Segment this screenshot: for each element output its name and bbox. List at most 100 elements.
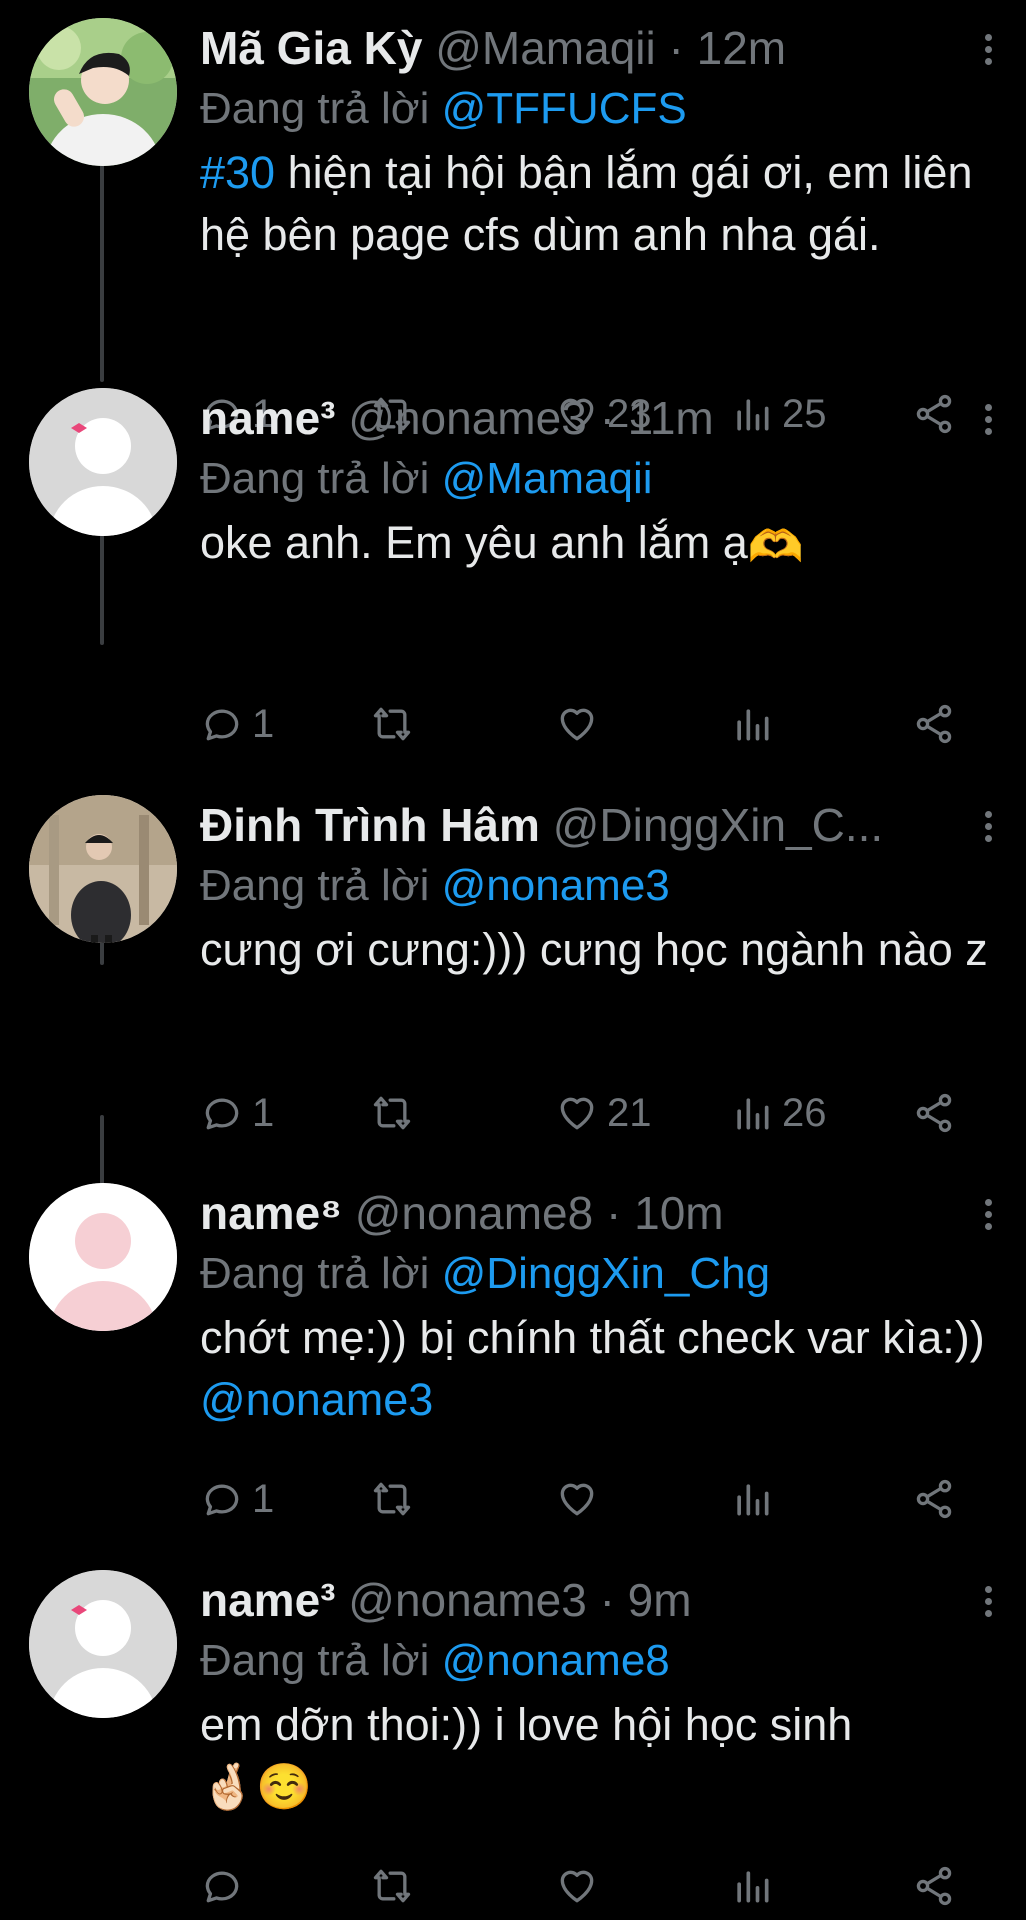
analytics-icon [737,1871,769,1903]
reply-mention[interactable]: @noname3 [442,861,670,910]
reply-context: Đang trả lời @noname8 [200,1632,670,1690]
reply-icon [205,709,239,741]
share-button[interactable] [912,698,956,750]
views-button[interactable] [730,698,782,750]
share-icon [916,1866,952,1906]
tweet[interactable]: name³ @noname3 · 11m Đang trả lời @Mamaq… [0,388,1026,746]
separator: · [606,1187,622,1239]
tweet-text: cưng ơi cưng:))) cưng học ngành nào z [200,919,1000,981]
tweet-text-body: cưng ơi cưng:))) cưng học ngành nào z [200,924,988,975]
tweet-header: name³ @noname3 · 9m [200,1570,920,1630]
avatar[interactable] [29,18,177,166]
tweet-header: Đinh Trình Hâm @DinggXin_C... [200,795,920,855]
tweet[interactable]: name⁸ @noname8 · 10m Đang trả lời @Dingg… [0,1183,1026,1523]
action-bar: 1 21 26 [200,1087,980,1139]
reply-count: 1 [252,701,275,746]
author-handle[interactable]: @DinggXin_C... [553,799,884,851]
views-button[interactable] [730,1860,782,1912]
author-handle[interactable]: @Mamaqii [435,22,656,74]
tweet[interactable]: name³ @noname3 · 9m Đang trả lời @noname… [0,1570,1026,1910]
heart-icon [560,1870,594,1903]
analytics-icon [737,1098,769,1130]
action-bar [200,1860,980,1912]
author-handle[interactable]: @noname3 [348,392,587,444]
author-name[interactable]: name³ [200,1574,335,1626]
share-icon [916,1093,952,1133]
tweet-text-body: em dỡn thoi:)) i love hội học sinh [200,1699,853,1750]
more-options-icon[interactable] [976,1199,1000,1235]
action-bar: 1 [200,1473,980,1525]
tweet-header: name⁸ @noname8 · 10m [200,1183,920,1243]
tweet[interactable]: Mã Gia Kỳ @Mamaqii · 12m Đang trả lời @T… [0,18,1026,436]
retweet-button[interactable] [370,698,422,750]
more-options-icon[interactable] [976,34,1000,70]
share-button[interactable] [912,1860,956,1912]
tweet-header: Mã Gia Kỳ @Mamaqii · 12m [200,18,920,78]
tweet-text-body: oke anh. Em yêu anh lắm ạ [200,517,748,568]
reply-icon [205,1484,239,1516]
tweet[interactable]: Đinh Trình Hâm @DinggXin_C... Đang trả l… [0,795,1026,1135]
reply-button[interactable]: 1 [200,698,274,750]
timestamp[interactable]: 12m [697,22,786,74]
tweet-header: name³ @noname3 · 11m [200,388,920,448]
avatar[interactable] [29,1183,177,1331]
reply-button[interactable] [200,1860,252,1912]
hashtag[interactable]: #30 [200,147,275,198]
reply-prefix: Đang trả lời [200,1636,430,1685]
reply-icon [205,1871,239,1903]
timestamp[interactable]: 9m [628,1574,692,1626]
retweet-button[interactable] [370,1087,422,1139]
analytics-icon [737,1484,769,1516]
like-button[interactable] [555,1860,607,1912]
reply-mention[interactable]: @DinggXin_Chg [442,1249,770,1298]
reply-context: Đang trả lời @DinggXin_Chg [200,1245,770,1303]
reply-prefix: Đang trả lời [200,1249,430,1298]
analytics-icon [737,709,769,741]
timestamp[interactable]: 10m [634,1187,723,1239]
tweet-text: em dỡn thoi:)) i love hội học sinh 🤞🏻☺️ [200,1694,1000,1818]
share-button[interactable] [912,1087,956,1139]
like-button[interactable]: 21 [555,1087,652,1139]
avatar[interactable] [29,388,177,536]
retweet-icon [373,707,411,741]
author-name[interactable]: name⁸ [200,1187,342,1239]
tweet-text: chớt mẹ:)) bị chính thất check var kìa:)… [200,1307,1000,1431]
separator: · [599,1574,615,1626]
like-button[interactable] [555,698,607,750]
reply-button[interactable]: 1 [200,1087,274,1139]
more-options-icon[interactable] [976,1586,1000,1622]
author-name[interactable]: name³ [200,392,335,444]
share-button[interactable] [912,1473,956,1525]
reply-button[interactable]: 1 [200,1473,274,1525]
inline-mention[interactable]: @noname3 [200,1374,433,1425]
emoji-fingers-smile: 🤞🏻☺️ [200,1761,313,1812]
author-handle[interactable]: @noname8 [355,1187,594,1239]
reply-mention[interactable]: @noname8 [442,1636,670,1685]
like-button[interactable] [555,1473,607,1525]
separator: · [599,392,615,444]
views-button[interactable]: 26 [730,1087,827,1139]
views-button[interactable] [730,1473,782,1525]
retweet-button[interactable] [370,1473,422,1525]
tweet-text-body: hiện tại hội bận lắm gái ơi, em liên hệ … [200,147,973,260]
avatar[interactable] [29,1570,177,1718]
timestamp[interactable]: 11m [628,392,714,444]
avatar[interactable] [29,795,177,943]
retweet-icon [373,1096,411,1130]
reply-context: Đang trả lời @Mamaqii [200,450,653,508]
action-bar: 1 [200,698,980,750]
reply-mention[interactable]: @TFFUCFS [442,84,687,133]
author-name[interactable]: Đinh Trình Hâm [200,799,540,851]
reply-count: 1 [252,1090,275,1135]
retweet-icon [373,1869,411,1903]
tweet-text: #30 hiện tại hội bận lắm gái ơi, em liên… [200,142,1000,266]
more-options-icon[interactable] [976,404,1000,440]
more-options-icon[interactable] [976,811,1000,847]
author-name[interactable]: Mã Gia Kỳ [200,22,422,74]
share-icon [916,1479,952,1519]
heart-icon [560,1483,594,1516]
reply-prefix: Đang trả lời [200,861,430,910]
retweet-button[interactable] [370,1860,422,1912]
author-handle[interactable]: @noname3 [348,1574,587,1626]
reply-mention[interactable]: @Mamaqii [442,454,653,503]
